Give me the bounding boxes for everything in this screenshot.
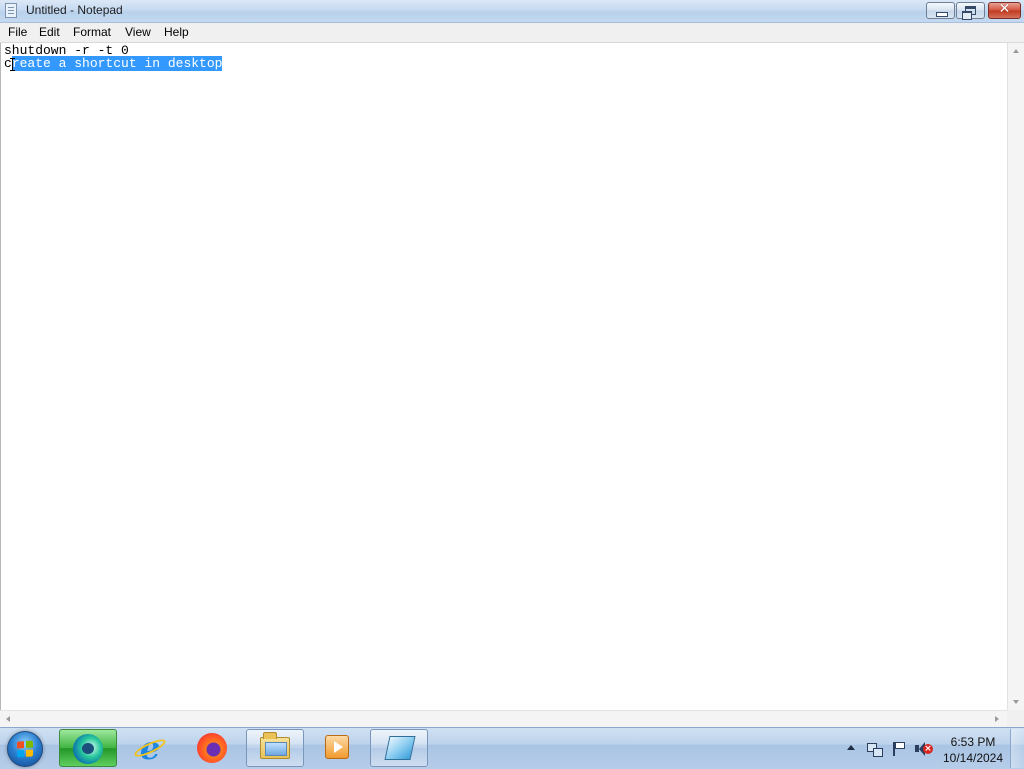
menu-edit[interactable]: Edit: [38, 25, 61, 39]
edge-beta-icon: [73, 734, 103, 764]
start-button[interactable]: [7, 731, 43, 767]
taskbar-edge-beta[interactable]: [59, 729, 117, 767]
taskbar-firefox[interactable]: [184, 729, 242, 767]
scrollbar-corner: [1007, 710, 1024, 727]
scroll-left-icon[interactable]: [6, 716, 10, 722]
system-clock[interactable]: 6:53 PM 10/14/2024: [940, 734, 1006, 766]
notepad-icon: [384, 736, 416, 760]
taskbar: e × 6:53 PM 10/14/2024: [0, 727, 1024, 769]
clock-date: 10/14/2024: [942, 751, 1004, 765]
restore-button[interactable]: [956, 2, 985, 20]
minimize-button[interactable]: [926, 2, 955, 19]
horizontal-scrollbar[interactable]: [0, 710, 1007, 727]
scroll-up-icon[interactable]: [1013, 49, 1019, 53]
notepad-app-icon[interactable]: [5, 3, 17, 18]
internet-explorer-icon: e: [135, 732, 165, 764]
scroll-right-icon[interactable]: [995, 716, 999, 722]
taskbar-notepad[interactable]: [370, 729, 428, 767]
menu-view[interactable]: View: [124, 25, 152, 39]
restore-icon: [962, 6, 976, 20]
text-editor[interactable]: shutdown -r -t 0 create a shortcut in de…: [0, 43, 1007, 710]
window-title: Untitled - Notepad: [26, 3, 123, 17]
ibeam-cursor-icon: [10, 58, 15, 71]
clock-time: 6:53 PM: [950, 735, 996, 749]
menu-format[interactable]: Format: [72, 25, 112, 39]
show-hidden-icons-icon[interactable]: [847, 745, 855, 750]
close-button[interactable]: ✕: [988, 1, 1021, 19]
vertical-scrollbar[interactable]: [1007, 43, 1024, 710]
menu-help[interactable]: Help: [163, 25, 190, 39]
action-center-flag-icon[interactable]: [890, 741, 906, 757]
close-icon: ✕: [998, 1, 1011, 17]
show-desktop-button[interactable]: [1010, 729, 1024, 768]
windows-explorer-icon: [260, 732, 290, 759]
menu-file[interactable]: File: [7, 25, 28, 39]
title-bar[interactable]: Untitled - Notepad ✕: [0, 0, 1024, 23]
taskbar-internet-explorer[interactable]: e: [122, 729, 180, 767]
selected-text: reate a shortcut in desktop: [11, 56, 223, 71]
menu-bar: File Edit Format View Help: [0, 23, 1024, 43]
scroll-down-icon[interactable]: [1013, 700, 1019, 704]
network-icon[interactable]: [866, 741, 883, 757]
media-player-icon: [325, 735, 349, 759]
editor-line-2: create a shortcut in desktop: [4, 56, 223, 71]
windows-logo-icon: [17, 740, 33, 758]
mute-icon: ×: [923, 744, 933, 754]
minimize-icon: [936, 12, 948, 17]
firefox-icon: [197, 733, 227, 763]
taskbar-media-player[interactable]: [308, 729, 366, 767]
taskbar-windows-explorer[interactable]: [246, 729, 304, 767]
